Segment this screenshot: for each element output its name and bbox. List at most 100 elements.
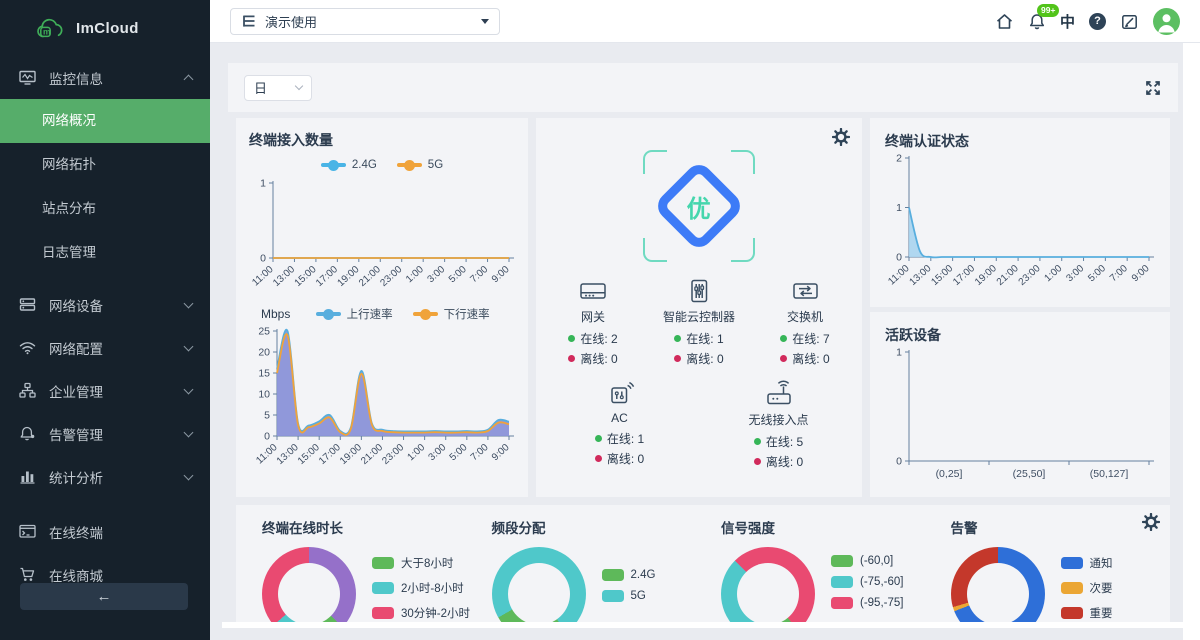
svg-text:(50,127]: (50,127]: [1090, 468, 1129, 480]
legend-traffic-rate: 上行速率 下行速率: [290, 303, 515, 325]
device-offline-count: 离线: 0: [646, 350, 752, 367]
svg-text:9:00: 9:00: [1130, 263, 1152, 284]
sidebar-item-network-config[interactable]: 网络配置: [0, 326, 210, 369]
offline-dot-icon: [780, 355, 787, 362]
notifications-bell-icon[interactable]: 99+: [1028, 12, 1046, 31]
period-value: 日: [254, 78, 267, 97]
legend-item[interactable]: 5G: [602, 590, 656, 602]
online-dot-icon: [568, 335, 575, 342]
avatar[interactable]: [1153, 8, 1180, 35]
card-auth-status: 终端认证状态 01211:0013:0015:0017:0019:0021:00…: [870, 118, 1170, 307]
legend-item[interactable]: 下行速率: [413, 306, 490, 322]
section-title: 信号强度: [721, 517, 931, 537]
svg-text:0: 0: [896, 252, 902, 264]
legend-item[interactable]: 上行速率: [316, 306, 393, 322]
sidebar-item-monitoring[interactable]: 监控信息: [0, 56, 210, 99]
main-area: 演示使用 99+ 中 ?: [210, 0, 1200, 640]
card-distributions: 终端在线时长 大于8小时2小时-8小时30分钟-2小时 频段分配 2.4G5G: [236, 505, 1170, 622]
svg-text:13:00: 13:00: [275, 442, 301, 467]
rate-header: Mbps 上行速率 下行速率: [249, 304, 515, 324]
fullscreen-icon[interactable]: [1144, 79, 1162, 97]
org-chart-icon: [14, 382, 40, 399]
device-status-gateway: 网关 在线: 2 离线: 0: [540, 278, 646, 367]
collapse-sidebar-button[interactable]: ←: [20, 583, 188, 610]
device-name: 智能云控制器: [646, 308, 752, 325]
help-icon[interactable]: ?: [1089, 13, 1106, 30]
period-select[interactable]: 日: [244, 75, 312, 101]
card-terminal-access: 终端接入数量 2.4G5G 0111:0013:0015:0017:0019:0…: [236, 118, 528, 497]
card-title: 活跃设备: [885, 325, 1155, 345]
svg-text:17:00: 17:00: [317, 442, 343, 467]
svg-text:23:00: 23:00: [378, 264, 404, 289]
sidebar-subitem-site-distribution[interactable]: 站点分布: [0, 187, 210, 231]
chart-auth-status: 01211:0013:0015:0017:0019:0021:0023:001:…: [885, 151, 1155, 297]
svg-text:0: 0: [260, 253, 266, 265]
legend-item[interactable]: 5G: [397, 159, 443, 171]
svg-text:(0,25]: (0,25]: [936, 468, 963, 480]
chevron-down-icon: [295, 82, 303, 90]
legend-item[interactable]: 2.4G: [321, 159, 377, 171]
device-offline-count: 离线: 0: [699, 453, 858, 470]
sidebar-item-statistics[interactable]: 统计分析: [0, 455, 210, 498]
chart-terminal-access: 0111:0013:0015:0017:0019:0021:0023:001:0…: [249, 176, 515, 298]
corner-bracket-icon: [731, 150, 755, 174]
horizontal-scrollbar[interactable]: [222, 622, 1184, 628]
legend-item[interactable]: 2.4G: [602, 569, 656, 581]
svg-text:15:00: 15:00: [296, 442, 322, 467]
feedback-edit-icon[interactable]: [1120, 12, 1139, 31]
sidebar-item-alarm-management[interactable]: 告警管理: [0, 412, 210, 455]
legend-item[interactable]: (-75,-60]: [831, 576, 903, 588]
caret-down-icon: [481, 19, 489, 28]
sidebar-subitem-network-topology[interactable]: 网络拓扑: [0, 143, 210, 187]
online-dot-icon: [595, 435, 602, 442]
topbar-icons: 99+ 中 ?: [995, 8, 1180, 35]
language-toggle[interactable]: 中: [1060, 11, 1075, 32]
legend-item[interactable]: (-60,0]: [831, 555, 903, 567]
legend-item[interactable]: 通知: [1061, 555, 1113, 571]
offline-dot-icon: [595, 455, 602, 462]
chevron-down-icon: [184, 470, 194, 480]
notification-badge: 99+: [1037, 4, 1059, 17]
settings-gear-icon[interactable]: [1142, 513, 1160, 531]
home-icon[interactable]: [995, 12, 1014, 31]
svg-text:1: 1: [896, 347, 902, 359]
card-title: 终端认证状态: [885, 131, 1155, 151]
svg-text:1:00: 1:00: [404, 264, 426, 285]
sidebar-item-network-devices[interactable]: 网络设备: [0, 283, 210, 326]
app-logo: m ImCloud: [0, 0, 210, 56]
legend-item[interactable]: 次要: [1061, 580, 1113, 596]
svg-text:0: 0: [264, 431, 270, 443]
legend-item[interactable]: (-95,-75]: [831, 597, 903, 609]
vertical-scrollbar[interactable]: [1183, 43, 1200, 640]
site-selector[interactable]: 演示使用: [230, 8, 500, 35]
svg-text:3:00: 3:00: [425, 264, 447, 285]
card-network-health: 优 网关 在线: 2 离线: 0 智能云控制器 在线: 1 离线: 0 交换机 …: [536, 118, 862, 497]
legend-item[interactable]: 30分钟-2小时: [372, 605, 470, 621]
legend-terminal-access: 2.4G 5G: [249, 154, 515, 176]
sidebar-subitem-network-overview[interactable]: 网络概况: [0, 99, 210, 143]
svg-text:2: 2: [896, 153, 902, 165]
device-online-count: 在线: 1: [646, 330, 752, 347]
bar-chart-icon: [14, 468, 40, 485]
legend-item[interactable]: 2小时-8小时: [372, 580, 470, 596]
card-title: 终端接入数量: [249, 130, 515, 150]
sidebar-item-enterprise[interactable]: 企业管理: [0, 369, 210, 412]
svg-text:5:00: 5:00: [447, 264, 469, 285]
sidebar-item-online-terminals[interactable]: 在线终端: [0, 510, 210, 553]
corner-bracket-icon: [643, 238, 667, 262]
chevron-down-icon: [184, 298, 194, 308]
device-online-count: 在线: 7: [752, 330, 858, 347]
svg-text:0: 0: [896, 456, 902, 468]
section-band-allocation: 频段分配 2.4G 5G: [472, 517, 702, 622]
sidebar-subitem-log-management[interactable]: 日志管理: [0, 231, 210, 275]
legend-item[interactable]: 重要: [1061, 605, 1113, 621]
svg-text:23:00: 23:00: [380, 442, 406, 467]
section-title: 频段分配: [492, 517, 702, 537]
rate-unit-label: Mbps: [261, 307, 290, 321]
svg-text:21:00: 21:00: [995, 263, 1021, 288]
settings-gear-icon[interactable]: [832, 128, 850, 146]
chart-traffic-rate: 051015202511:0013:0015:0017:0019:0021:00…: [249, 324, 515, 476]
device-status-switch: 交换机 在线: 7 离线: 0: [752, 278, 858, 367]
legend-item[interactable]: 大于8小时: [372, 555, 470, 571]
svg-text:19:00: 19:00: [338, 442, 364, 467]
